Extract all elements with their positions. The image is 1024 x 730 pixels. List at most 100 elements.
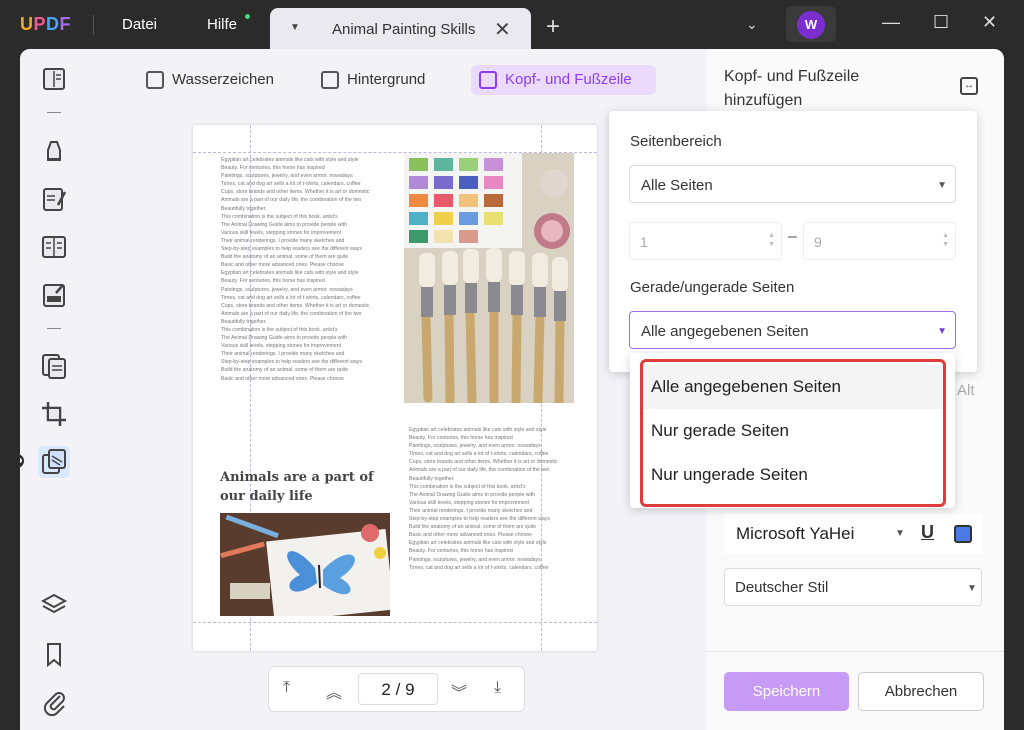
to-page-stepper-icon[interactable]: ▲ ▼ (942, 231, 949, 249)
body-text-line: Step-by-step examples to help readers se… (221, 246, 362, 253)
body-text-line: Paintings, sculptures, jewelry, and even… (409, 443, 541, 450)
notification-dot (245, 14, 250, 19)
font-family-select[interactable]: Microsoft YaHei (736, 524, 854, 544)
text-column-left: Egyptian art celebrates animals like cat… (221, 156, 391, 383)
new-tab-icon[interactable]: + (546, 13, 560, 41)
body-text-line: Paintings, sculptures, jewelry, and even… (409, 556, 541, 563)
range-dash: – (788, 228, 797, 245)
attachment-icon[interactable] (38, 686, 70, 718)
body-text-line: Basic and other more advanced ones. Plea… (221, 375, 344, 382)
page-number-input[interactable]: 2 / 9 (358, 673, 438, 705)
panel-title: Kopf- und Fußzeile hinzufügen (724, 68, 860, 109)
parity-dropdown-icon: ▼ (937, 326, 947, 337)
body-text-line: Times, cat and dog art sells a lot of t-… (221, 294, 361, 301)
close-window-icon[interactable]: ✕ (982, 12, 997, 33)
font-dropdown-icon[interactable]: ▼ (895, 528, 905, 539)
expand-icon[interactable]: ↔ (960, 77, 978, 95)
last-page-icon[interactable]: ⤓ (494, 679, 501, 697)
body-text-line: Times, cat and dog art sells a lot of t-… (221, 181, 361, 188)
highlight-box (640, 359, 946, 507)
next-page-icon[interactable]: ︾ (451, 679, 467, 703)
watercolor-palette-image (404, 153, 574, 403)
alt-label: Alt (957, 382, 975, 399)
body-text-line: Step-by-step examples to help readers se… (221, 359, 362, 366)
body-text-line: Beautifully together. (221, 318, 267, 325)
watermark-icon (146, 71, 164, 89)
body-text-line: Step-by-step examples to help readers se… (409, 516, 550, 523)
body-text-line: Their animal renderings. I provide many … (221, 351, 345, 358)
tab-title: Animal Painting Skills (332, 21, 476, 38)
body-text-line: Beautifully together. (221, 205, 267, 212)
panel-divider (707, 651, 1004, 652)
body-text-line: Animals are a part of our daily life, th… (221, 197, 362, 204)
body-text-line: The Animal Drawing Guide aims to provide… (221, 335, 348, 342)
from-page-input[interactable]: 1 ▲ ▼ (629, 222, 782, 260)
body-text-line: Egyptian art celebrates animals like cat… (221, 157, 359, 163)
save-button[interactable]: Speichern (724, 672, 849, 711)
article-heading: Animals are a part of our daily life (220, 470, 374, 504)
watermark-tool[interactable]: Wasserzeichen (138, 65, 284, 95)
body-text-line: Paintings, sculptures, jewelry, and even… (221, 286, 353, 293)
body-text-line: Beauty. For centuries, this horse has in… (409, 435, 513, 442)
background-tool[interactable]: Hintergrund (313, 65, 435, 95)
sidebar-divider (47, 112, 61, 113)
menu-datei[interactable]: Datei (122, 16, 157, 33)
body-text-line: Cups, store brands and other items. Whet… (221, 189, 370, 196)
body-text-line: Cups, store brands and other items. Whet… (221, 302, 370, 309)
to-page-input[interactable]: 9 ▲ ▼ (803, 222, 956, 260)
left-sidebar (20, 49, 88, 730)
pdf-page[interactable]: Egyptian art celebrates animals like cat… (193, 125, 597, 651)
from-page-value: 1 (640, 234, 648, 250)
page-separator: / (395, 680, 401, 699)
body-text-line: Times, cat and dog art sells a lot of t-… (409, 564, 549, 571)
first-page-icon[interactable]: ⤒ (283, 679, 290, 697)
layers-icon[interactable] (38, 589, 70, 621)
butterfly-painting-image (220, 513, 390, 616)
parity-select[interactable]: Alle angegebenen Seiten ▼ (629, 311, 956, 349)
avatar[interactable]: W (797, 11, 825, 39)
minimize-icon[interactable]: — (882, 12, 900, 33)
body-text-line: Beauty. For centuries, this horse has in… (221, 278, 325, 285)
underline-button[interactable]: U (921, 522, 934, 543)
cancel-button[interactable]: Abbrechen (858, 672, 984, 711)
body-text-line: Basic and other more advanced ones. Plea… (409, 532, 532, 539)
document-tab[interactable]: ▼ Animal Painting Skills ✕ (270, 8, 531, 49)
watermark-label: Wasserzeichen (172, 71, 274, 88)
body-text-line: Cups, store brands and other items. Whet… (409, 459, 558, 466)
tab-close-icon[interactable]: ✕ (494, 17, 511, 42)
tabs-chevron-down-icon[interactable]: ⌄ (746, 16, 758, 33)
font-color-swatch[interactable] (954, 525, 972, 543)
from-page-stepper-icon[interactable]: ▲ ▼ (768, 231, 775, 249)
body-text-line: Their animal renderings. I provide many … (409, 507, 533, 514)
page-range-select[interactable]: Alle Seiten ▼ (629, 165, 956, 203)
edit-text-icon[interactable] (38, 183, 70, 215)
style-select[interactable]: Deutscher Stil ▼ (724, 568, 982, 606)
header-footer-tool[interactable]: Kopf- und Fußzeile (471, 65, 656, 95)
previous-page-icon[interactable]: ︽ (326, 679, 342, 703)
page-range-label: Seitenbereich (630, 133, 722, 150)
body-text-line: Beauty. For centuries, this horse has in… (221, 165, 325, 172)
title-bar: UPDF Datei Hilfe ▼ Animal Painting Skill… (0, 0, 1024, 49)
body-text-line: Egyptian art celebrates animals like cat… (409, 540, 547, 547)
form-icon[interactable] (38, 279, 70, 311)
body-text-line: Animals are a part of our daily life, th… (409, 467, 550, 474)
tools-icon[interactable] (38, 446, 70, 478)
bookmark-icon[interactable] (38, 638, 70, 670)
font-settings-row: Microsoft YaHei ▼ U (724, 514, 982, 554)
organize-icon[interactable] (38, 231, 70, 263)
body-text-line: Build the anatomy of an animal. some of … (409, 524, 537, 531)
current-page: 2 (381, 680, 391, 699)
crop-icon[interactable] (38, 398, 70, 430)
body-text-line: Times, cat and dog art sells a lot of t-… (409, 451, 549, 458)
maximize-icon[interactable]: ☐ (933, 12, 949, 33)
reader-icon[interactable] (38, 63, 70, 95)
body-text-line: This combination is the subject of this … (221, 213, 338, 220)
body-text-line: Various skill levels, stepping stones fo… (221, 343, 342, 350)
body-text-line: Various skill levels, stepping stones fo… (409, 499, 530, 506)
body-text-line: Paintings, sculptures, jewelry, and even… (221, 173, 353, 180)
tab-dropdown-icon[interactable]: ▼ (290, 22, 300, 33)
highlighter-icon[interactable] (38, 134, 70, 166)
body-text-line: Build the anatomy of an animal. some of … (221, 367, 349, 374)
menu-hilfe[interactable]: Hilfe (207, 16, 237, 33)
pages-icon[interactable] (38, 350, 70, 382)
